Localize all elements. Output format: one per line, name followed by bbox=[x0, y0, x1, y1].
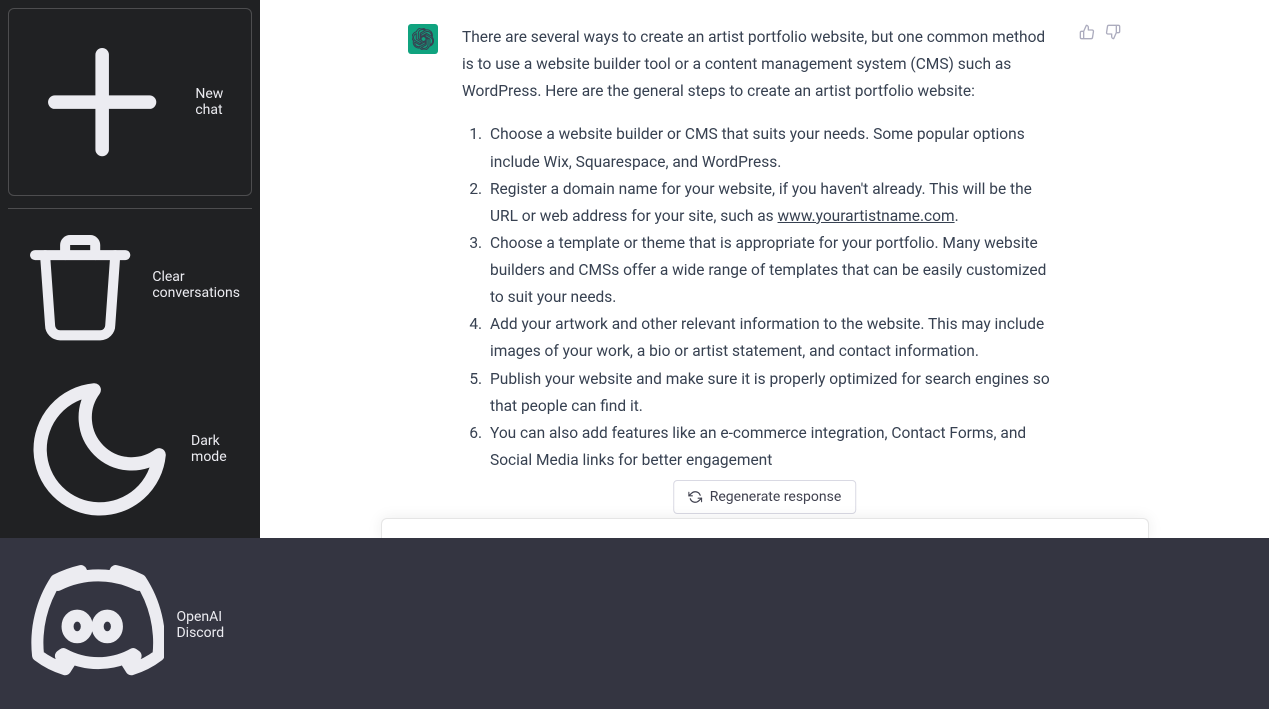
dark-mode-button[interactable]: Dark mode bbox=[8, 358, 252, 541]
clear-conversations-button[interactable]: Clear conversations bbox=[8, 213, 252, 357]
list-item: Add your artwork and other relevant info… bbox=[486, 311, 1055, 365]
list-item: Publish your website and make sure it is… bbox=[486, 366, 1055, 420]
sidebar: New chat Creating Artist Portfolio Quant… bbox=[0, 0, 260, 538]
thumbs-down-icon[interactable] bbox=[1105, 24, 1121, 40]
trash-icon bbox=[20, 225, 140, 345]
refresh-icon bbox=[688, 490, 702, 504]
regenerate-button[interactable]: Regenerate response bbox=[673, 480, 857, 514]
list-item: Choose a template or theme that is appro… bbox=[486, 230, 1055, 311]
main-area: There are several ways to create an arti… bbox=[260, 0, 1269, 538]
sidebar-footer: Clear conversations Dark mode OpenAI Dis… bbox=[8, 208, 252, 709]
regenerate-label: Regenerate response bbox=[710, 489, 842, 505]
assistant-message: There are several ways to create an arti… bbox=[260, 0, 1269, 498]
message-input[interactable] bbox=[381, 518, 1149, 538]
discord-icon bbox=[20, 553, 164, 697]
feedback-buttons bbox=[1079, 24, 1121, 474]
steps-list: Choose a website builder or CMS that sui… bbox=[462, 121, 1055, 474]
footer-label: Clear conversations bbox=[152, 269, 240, 301]
openai-icon bbox=[412, 28, 434, 50]
message-content: There are several ways to create an arti… bbox=[462, 24, 1055, 474]
list-item: You can also add features like an e-comm… bbox=[486, 420, 1055, 474]
domain-link[interactable]: www.yourartistname.com bbox=[778, 207, 955, 225]
list-item: Choose a website builder or CMS that sui… bbox=[486, 121, 1055, 175]
assistant-avatar bbox=[408, 24, 438, 54]
footer-label: OpenAI Discord bbox=[176, 609, 240, 641]
discord-button[interactable]: OpenAI Discord bbox=[8, 541, 252, 709]
thumbs-up-icon[interactable] bbox=[1079, 24, 1095, 40]
moon-icon bbox=[20, 370, 179, 529]
new-chat-button[interactable]: New chat bbox=[8, 8, 252, 196]
intro-paragraph: There are several ways to create an arti… bbox=[462, 24, 1055, 105]
footer-label: Dark mode bbox=[191, 433, 240, 465]
new-chat-label: New chat bbox=[195, 86, 239, 118]
plus-icon bbox=[21, 21, 183, 183]
list-item: Register a domain name for your website,… bbox=[486, 176, 1055, 230]
